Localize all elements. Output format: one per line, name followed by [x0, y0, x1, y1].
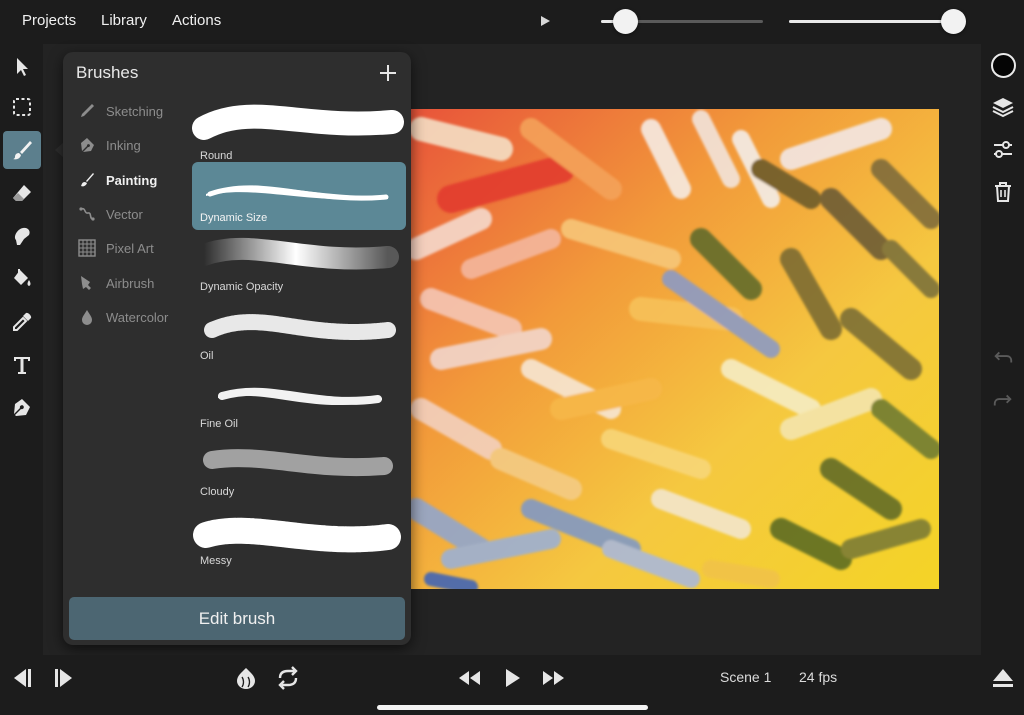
home-indicator	[377, 705, 648, 710]
rewind-icon[interactable]	[456, 665, 482, 691]
category-vector[interactable]: Vector	[77, 203, 143, 225]
category-pixel-art[interactable]: Pixel Art	[77, 237, 154, 259]
vector-icon	[77, 204, 97, 224]
brush-messy[interactable]: Messy	[192, 505, 406, 573]
category-label: Vector	[106, 206, 143, 222]
play-preview-icon[interactable]	[538, 13, 552, 29]
eyedropper-icon[interactable]	[3, 303, 41, 341]
category-painting[interactable]: Painting	[77, 169, 157, 191]
play-icon[interactable]	[499, 665, 525, 691]
text-icon[interactable]	[3, 346, 41, 384]
brushes-panel: Brushes Sketching Inking Painting Vector…	[63, 52, 411, 645]
panel-title: Brushes	[76, 63, 139, 82]
redo-icon[interactable]	[989, 386, 1017, 414]
brush-cloudy[interactable]: Cloudy	[192, 436, 406, 504]
category-watercolor[interactable]: Watercolor	[77, 306, 168, 328]
menu-actions[interactable]: Actions	[172, 12, 221, 29]
smudge-icon[interactable]	[3, 217, 41, 255]
brush-fine-oil[interactable]: Fine Oil	[192, 368, 406, 436]
pen-icon[interactable]	[3, 389, 41, 427]
brush-dynamic-opacity[interactable]: Dynamic Opacity	[192, 231, 406, 299]
brush-oil[interactable]: Oil	[192, 300, 406, 368]
loop-icon[interactable]	[275, 665, 301, 691]
ink-pen-icon	[77, 135, 97, 155]
eject-icon[interactable]	[990, 665, 1016, 691]
scene-label[interactable]: Scene 1	[720, 669, 771, 685]
previous-frame-icon[interactable]	[8, 665, 34, 691]
marquee-select-icon[interactable]	[3, 88, 41, 126]
category-inking[interactable]: Inking	[77, 134, 141, 156]
brush-label: Dynamic Opacity	[200, 281, 284, 293]
brush-round[interactable]: Round	[192, 100, 406, 168]
category-label: Pixel Art	[106, 240, 154, 256]
select-arrow-icon[interactable]	[3, 48, 41, 86]
brush-icon[interactable]	[3, 131, 41, 169]
brush-label: Dynamic Size	[200, 212, 268, 224]
menu-library[interactable]: Library	[101, 12, 147, 29]
add-brush-icon[interactable]	[377, 62, 399, 84]
category-label: Sketching	[106, 103, 164, 119]
onion-skin-icon[interactable]	[233, 665, 259, 691]
right-toolbar	[981, 44, 1024, 655]
top-bar: Projects Library Actions	[0, 0, 1024, 44]
timeline-scrubber-slider[interactable]	[601, 9, 763, 34]
eraser-icon[interactable]	[3, 174, 41, 212]
brush-size-slider[interactable]	[789, 9, 966, 34]
edit-brush-button[interactable]: Edit brush	[69, 597, 405, 640]
category-label: Airbrush	[106, 275, 155, 291]
pencil-icon	[77, 101, 97, 121]
category-airbrush[interactable]: Airbrush	[77, 272, 154, 294]
artwork-canvas[interactable]	[411, 109, 939, 589]
next-frame-icon[interactable]	[52, 665, 78, 691]
left-toolbar	[0, 44, 43, 655]
color-swatch[interactable]	[989, 51, 1017, 79]
category-label: Watercolor	[106, 309, 169, 325]
brush-label: Oil	[200, 350, 214, 362]
brush-label: Messy	[200, 555, 232, 567]
fast-forward-icon[interactable]	[541, 665, 567, 691]
pixel-grid-icon	[77, 238, 97, 258]
brush-label: Cloudy	[200, 486, 235, 498]
category-label: Inking	[106, 137, 141, 153]
brush-label: Fine Oil	[200, 418, 238, 430]
menu-projects[interactable]: Projects	[22, 12, 76, 29]
layers-icon[interactable]	[989, 93, 1017, 121]
undo-icon[interactable]	[989, 343, 1017, 371]
brush-label: Round	[200, 150, 233, 162]
category-label: Painting	[106, 172, 158, 188]
paintbrush-icon	[77, 170, 97, 190]
brush-list[interactable]: Round Dynamic Size Dynamic Opacity Oil F…	[191, 100, 409, 595]
droplet-icon	[77, 307, 97, 327]
fill-bucket-icon[interactable]	[3, 260, 41, 298]
trash-icon[interactable]	[989, 178, 1017, 206]
brush-dynamic-size[interactable]: Dynamic Size	[192, 162, 406, 230]
airbrush-icon	[77, 273, 97, 293]
adjustments-icon[interactable]	[989, 136, 1017, 164]
category-sketching[interactable]: Sketching	[77, 100, 163, 122]
fps-label[interactable]: 24 fps	[799, 669, 837, 685]
